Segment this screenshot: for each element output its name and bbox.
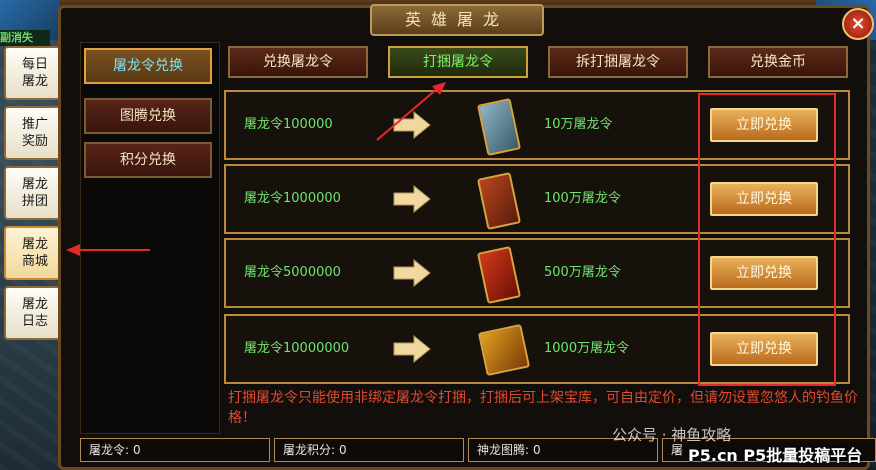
status-token: 屠龙令: 0 [80,438,270,462]
side-tab-label: 推广奖励 [21,117,48,149]
arrow-right-icon [393,184,431,214]
status-label: 屠 [671,443,684,457]
arrow-right-icon [393,258,431,288]
tab-exchange-token[interactable]: 兑换屠龙令 [228,46,368,78]
row-item-name: 屠龙令100000 [244,117,333,132]
side-tab-label: 屠龙拼团 [21,177,48,209]
token-bundle-icon [476,172,522,230]
menu-token-exchange[interactable]: 屠龙令兑换 [84,48,212,84]
row-amount: 100万屠龙令 [544,191,621,206]
row-amount: 10万屠龙令 [544,117,613,132]
tab-exchange-gold[interactable]: 兑换金币 [708,46,848,78]
status-value: 0 [533,443,541,457]
menu-points-exchange[interactable]: 积分兑换 [84,142,212,178]
token-bundle-icon [476,246,522,304]
side-tab-label: 每日屠龙 [21,57,48,89]
row-item-name: 屠龙令1000000 [244,191,341,206]
side-tab-log[interactable]: 屠龙日志 [4,286,66,340]
token-bundle-icon [477,323,531,377]
status-label: 屠龙令: [89,443,130,457]
status-points: 屠龙积分: 0 [274,438,464,462]
side-tab-shop[interactable]: 屠龙商城 [4,226,66,280]
side-tab-promo[interactable]: 推广奖励 [4,106,66,160]
arrow-right-icon [393,110,431,140]
close-button[interactable]: × [842,8,874,40]
top-left-label: 副消失 [0,30,50,46]
side-tab-label: 屠龙商城 [21,237,48,269]
side-tab-label: 屠龙日志 [21,297,48,329]
watermark-line2: P5.cn P5批量投稿平台 [688,446,863,465]
row-item-name: 屠龙令10000000 [244,341,350,356]
side-tab-group[interactable]: 屠龙拼团 [4,166,66,220]
status-value: 0 [339,443,347,457]
token-bundle-icon [476,98,522,156]
row-amount: 1000万屠龙令 [544,341,630,356]
window-title: 英雄屠龙 [370,4,544,36]
tab-unbundle-token[interactable]: 拆打捆屠龙令 [548,46,688,78]
status-value: 0 [133,443,141,457]
status-label: 神龙图腾: [477,443,530,457]
side-tab-daily[interactable]: 每日屠龙 [4,46,66,100]
row-amount: 500万屠龙令 [544,265,621,280]
highlight-box [698,93,836,386]
status-label: 屠龙积分: [283,443,336,457]
arrow-right-icon [393,334,431,364]
bundle-note: 打捆屠龙令只能使用非绑定屠龙令打捆，打捆后可上架宝库，可自由定价，但请勿设置忽悠… [228,390,858,426]
menu-totem-exchange[interactable]: 图腾兑换 [84,98,212,134]
tab-bundle-token[interactable]: 打捆屠龙令 [388,46,528,78]
row-item-name: 屠龙令5000000 [244,265,341,280]
